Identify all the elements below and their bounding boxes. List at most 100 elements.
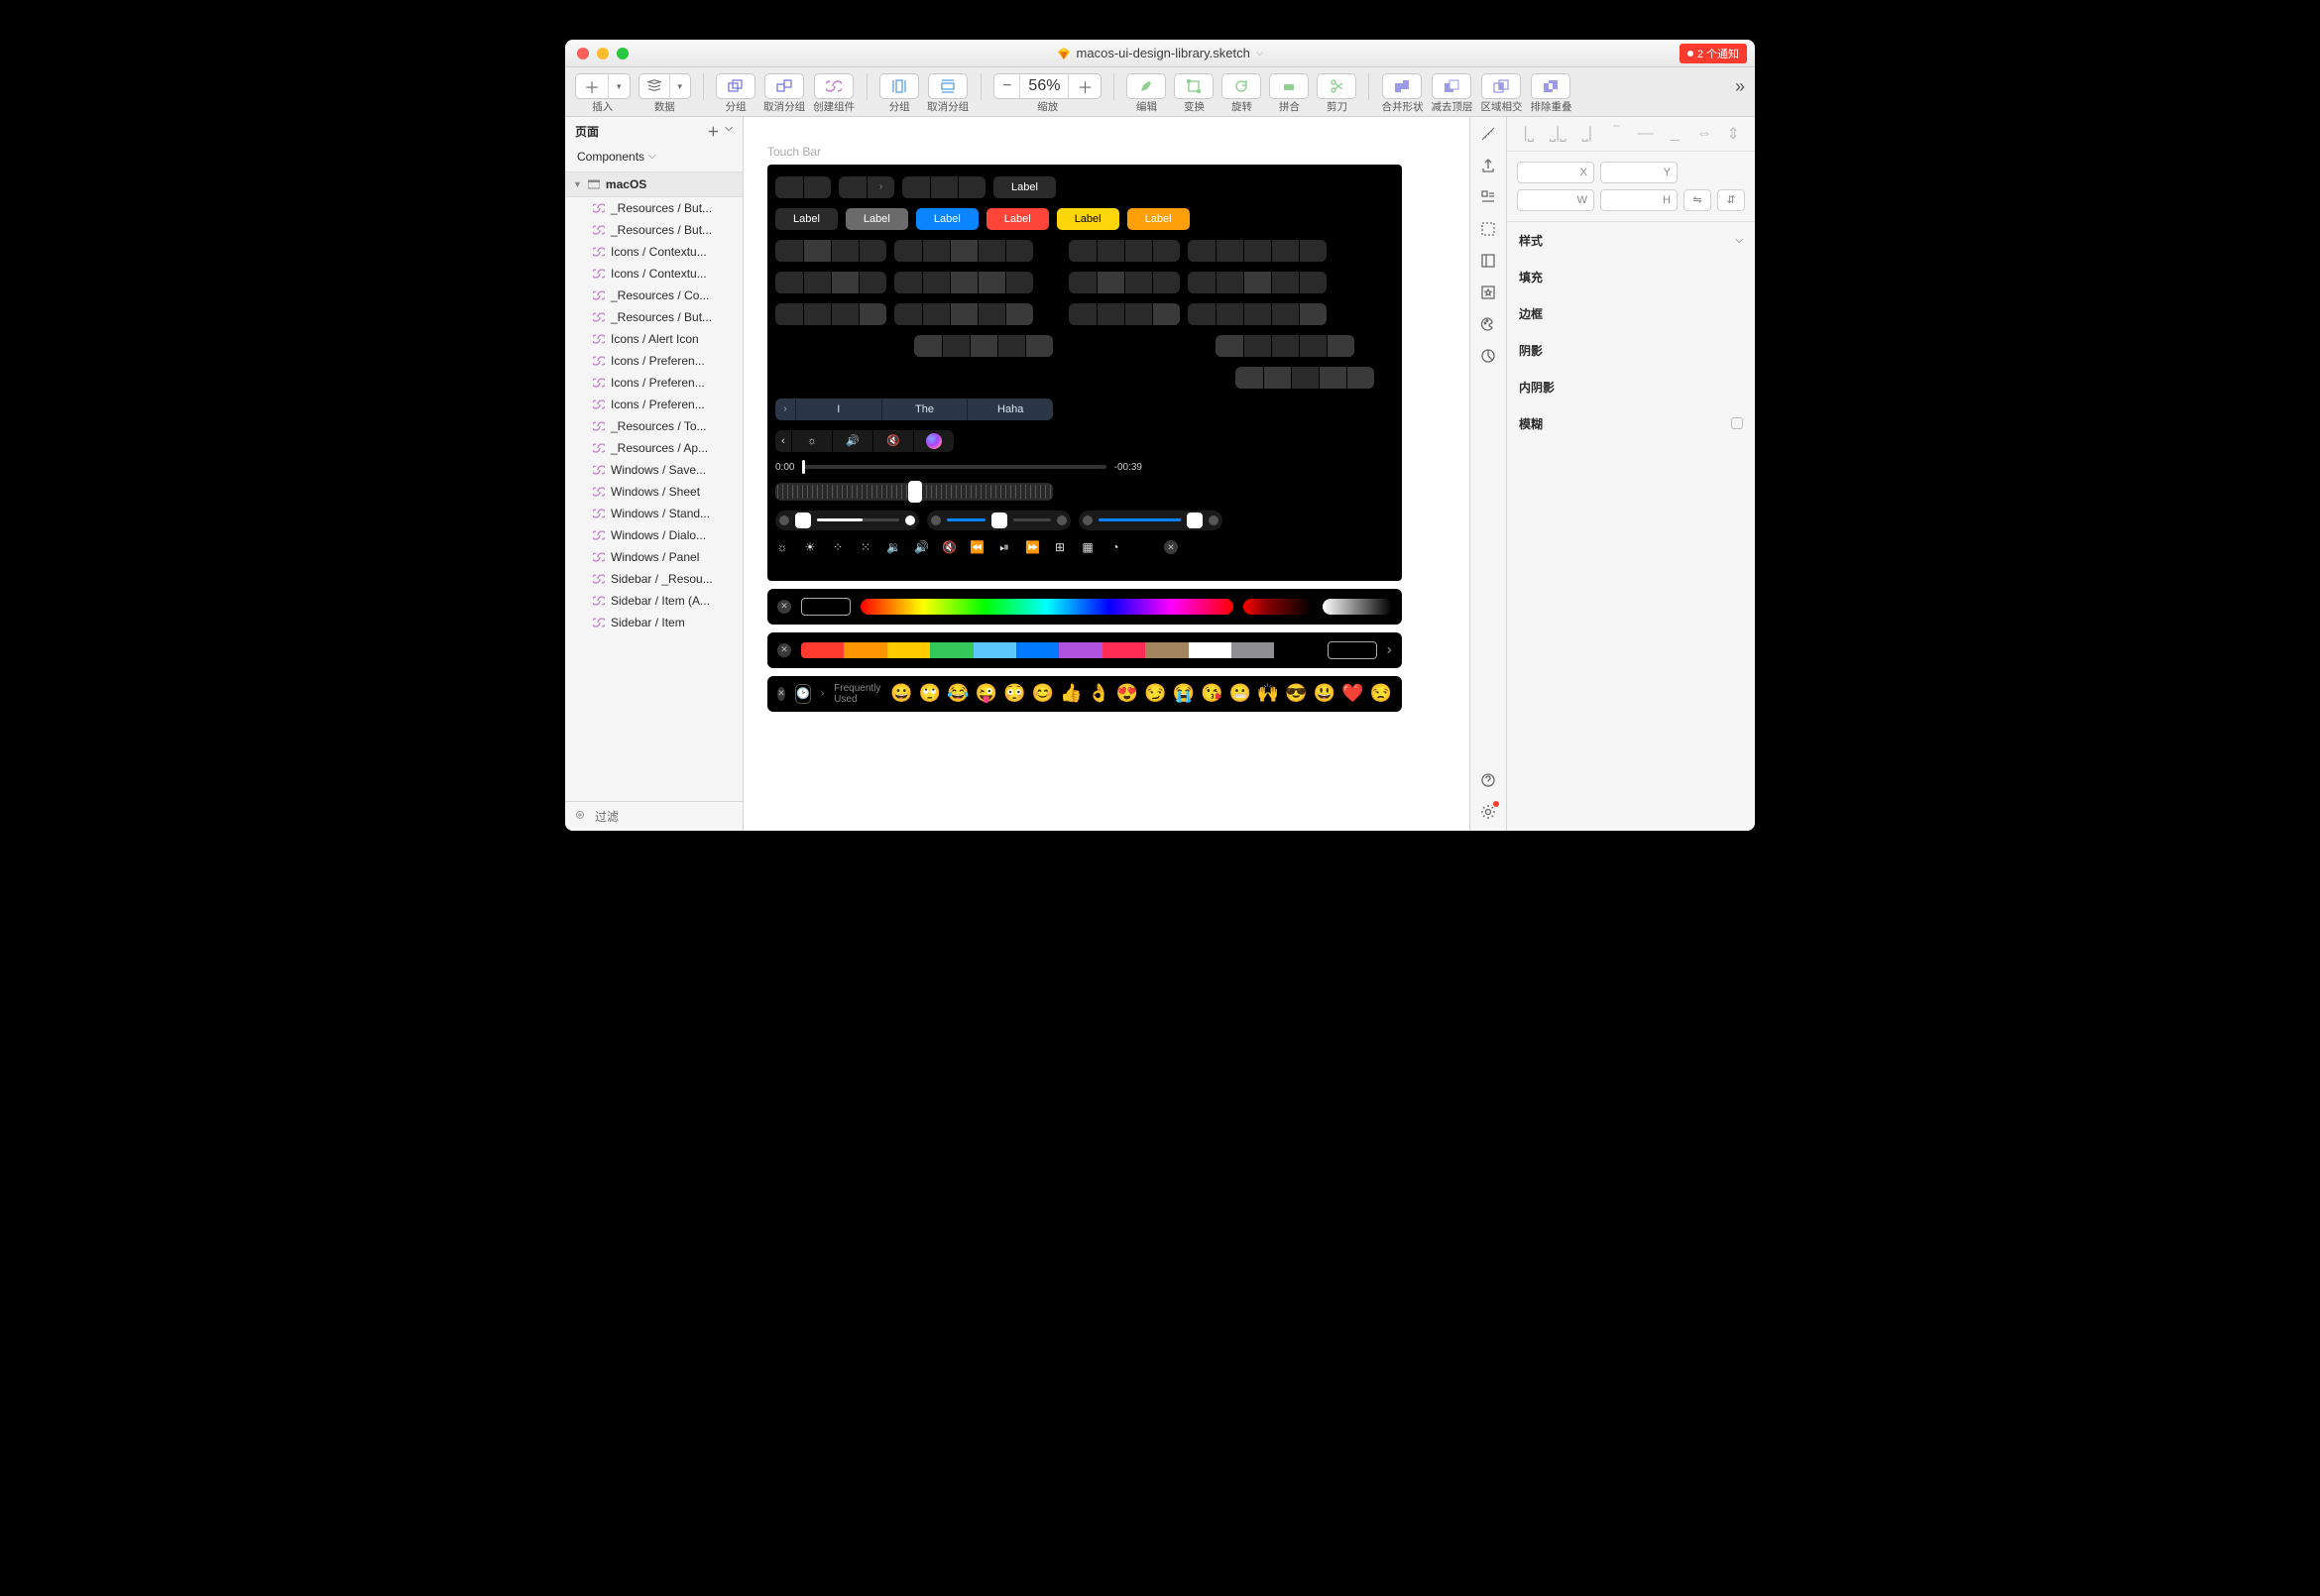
collapse-pages-icon[interactable]: ⌵	[725, 123, 733, 140]
zoom-in-icon[interactable]: ＋	[1068, 74, 1101, 98]
saturation-gradient[interactable]	[1243, 599, 1313, 615]
gray-gradient[interactable]	[1323, 599, 1392, 615]
fill-section[interactable]: 填充	[1507, 259, 1755, 295]
ungroup-button[interactable]	[764, 73, 804, 99]
chevron-right-icon[interactable]: ›	[1387, 641, 1392, 659]
style-section[interactable]: 样式⌵	[1507, 222, 1755, 259]
border-section[interactable]: 边框	[1507, 295, 1755, 332]
emoji[interactable]: 😎	[1285, 683, 1307, 704]
layer-row[interactable]: Windows / Dialo...	[565, 524, 743, 546]
artboard-row[interactable]: ▼ macOS	[565, 171, 743, 197]
zoom-out-icon[interactable]: −	[994, 74, 1019, 98]
export-icon[interactable]	[1479, 157, 1497, 174]
emoji[interactable]: 😬	[1228, 683, 1250, 704]
chevron-down-icon[interactable]: ⌵	[1256, 48, 1264, 58]
layer-row[interactable]: _Resources / But...	[565, 197, 743, 219]
align-center-h-icon[interactable]: ⎵|⎵	[1547, 125, 1570, 143]
swatch[interactable]	[1102, 642, 1145, 658]
h-field[interactable]: H	[1600, 189, 1678, 211]
layer-row[interactable]: Sidebar / Item	[565, 612, 743, 633]
bool-subtract-button[interactable]	[1432, 73, 1471, 99]
layer-row[interactable]: Icons / Alert Icon	[565, 328, 743, 350]
align-center-v-icon[interactable]: ―	[1634, 125, 1658, 143]
layer-row[interactable]: Windows / Save...	[565, 459, 743, 481]
settings-icon[interactable]	[1479, 803, 1497, 821]
align-right-icon[interactable]: ⎵|	[1575, 125, 1599, 143]
flip-v-icon[interactable]: ⇵	[1717, 189, 1745, 211]
swatch[interactable]	[887, 642, 930, 658]
bool-union-button[interactable]	[1382, 73, 1422, 99]
insert-button[interactable]: ＋▾	[575, 73, 631, 99]
align-left-icon[interactable]: |⎵	[1517, 125, 1541, 143]
scissors-button[interactable]	[1317, 73, 1356, 99]
emoji[interactable]: 😭	[1173, 683, 1195, 704]
emoji[interactable]: 😒	[1370, 683, 1392, 704]
emoji[interactable]: 🙌	[1257, 683, 1279, 704]
y-field[interactable]: Y	[1600, 162, 1678, 183]
distribute-v-icon[interactable]: ⇕	[1722, 125, 1746, 143]
bool-intersect-button[interactable]	[1481, 73, 1521, 99]
swatch[interactable]	[844, 642, 886, 658]
emoji[interactable]: 😂	[947, 683, 969, 704]
components-page[interactable]: Components⌵	[565, 146, 743, 171]
align-top-icon[interactable]: ‾	[1605, 125, 1629, 143]
emoji[interactable]: 👍	[1060, 683, 1082, 704]
swatch[interactable]	[1059, 642, 1102, 658]
swatch-well[interactable]	[1328, 641, 1377, 659]
swatch[interactable]	[1274, 642, 1317, 658]
emoji[interactable]: 😀	[890, 683, 912, 704]
swatch[interactable]	[1016, 642, 1059, 658]
swatch[interactable]	[930, 642, 973, 658]
layer-row[interactable]: Icons / Preferen...	[565, 394, 743, 415]
layer-row[interactable]: Icons / Preferen...	[565, 350, 743, 372]
layer-row[interactable]: _Resources / Ap...	[565, 437, 743, 459]
swatch[interactable]	[801, 642, 844, 658]
transform-button[interactable]	[1174, 73, 1214, 99]
layer-row[interactable]: _Resources / But...	[565, 219, 743, 241]
layer-row[interactable]: _Resources / To...	[565, 415, 743, 437]
symbols-icon[interactable]	[1479, 188, 1497, 206]
rotate-button[interactable]	[1221, 73, 1261, 99]
star-icon[interactable]	[1479, 284, 1497, 301]
maximize-icon[interactable]	[617, 48, 629, 59]
layer-row[interactable]: _Resources / Co...	[565, 285, 743, 306]
flatten-button[interactable]	[1269, 73, 1309, 99]
bool-difference-button[interactable]	[1531, 73, 1570, 99]
flip-h-icon[interactable]: ⇋	[1683, 189, 1711, 211]
layer-row[interactable]: Icons / Preferen...	[565, 372, 743, 394]
shadow-section[interactable]: 阴影	[1507, 332, 1755, 369]
layer-row[interactable]: Windows / Sheet	[565, 481, 743, 503]
recents-icon[interactable]: 🕑	[795, 684, 811, 704]
minimize-icon[interactable]	[597, 48, 609, 59]
swatch[interactable]	[1231, 642, 1274, 658]
emoji[interactable]: 😃	[1314, 683, 1335, 704]
hue-gradient[interactable]	[861, 599, 1233, 615]
swatch[interactable]	[1145, 642, 1188, 658]
blur-section[interactable]: 模糊	[1507, 405, 1755, 442]
swatch[interactable]	[1189, 642, 1231, 658]
distribute-group-button[interactable]	[879, 73, 919, 99]
close-icon[interactable]	[577, 48, 589, 59]
emoji[interactable]: 😍	[1116, 683, 1138, 704]
pie-icon[interactable]	[1479, 347, 1497, 365]
notification-badge[interactable]: 2 个通知	[1680, 44, 1747, 63]
disclosure-icon[interactable]: ▼	[573, 179, 582, 189]
swatch[interactable]	[974, 642, 1016, 658]
emoji[interactable]: 🙄	[919, 683, 941, 704]
align-bottom-icon[interactable]: _	[1664, 125, 1687, 143]
emoji[interactable]: ❤️	[1341, 683, 1363, 704]
toolbar-overflow-icon[interactable]: »	[1735, 76, 1745, 97]
w-field[interactable]: W	[1517, 189, 1594, 211]
close-circle-icon[interactable]: ✕	[777, 600, 791, 614]
blur-checkbox[interactable]	[1731, 417, 1743, 429]
distribute-h-icon[interactable]: ⇔	[1692, 125, 1716, 143]
help-icon[interactable]	[1479, 771, 1497, 789]
layer-row[interactable]: Icons / Contextu...	[565, 263, 743, 285]
distribute-ungroup-button[interactable]	[928, 73, 968, 99]
x-field[interactable]: X	[1517, 162, 1594, 183]
zoom-control[interactable]: −56%＋	[993, 73, 1102, 99]
emoji[interactable]: 😜	[976, 683, 997, 704]
slice-icon[interactable]	[1479, 220, 1497, 238]
add-page-icon[interactable]: ＋	[707, 123, 719, 140]
data-button[interactable]: ▾	[638, 73, 692, 99]
